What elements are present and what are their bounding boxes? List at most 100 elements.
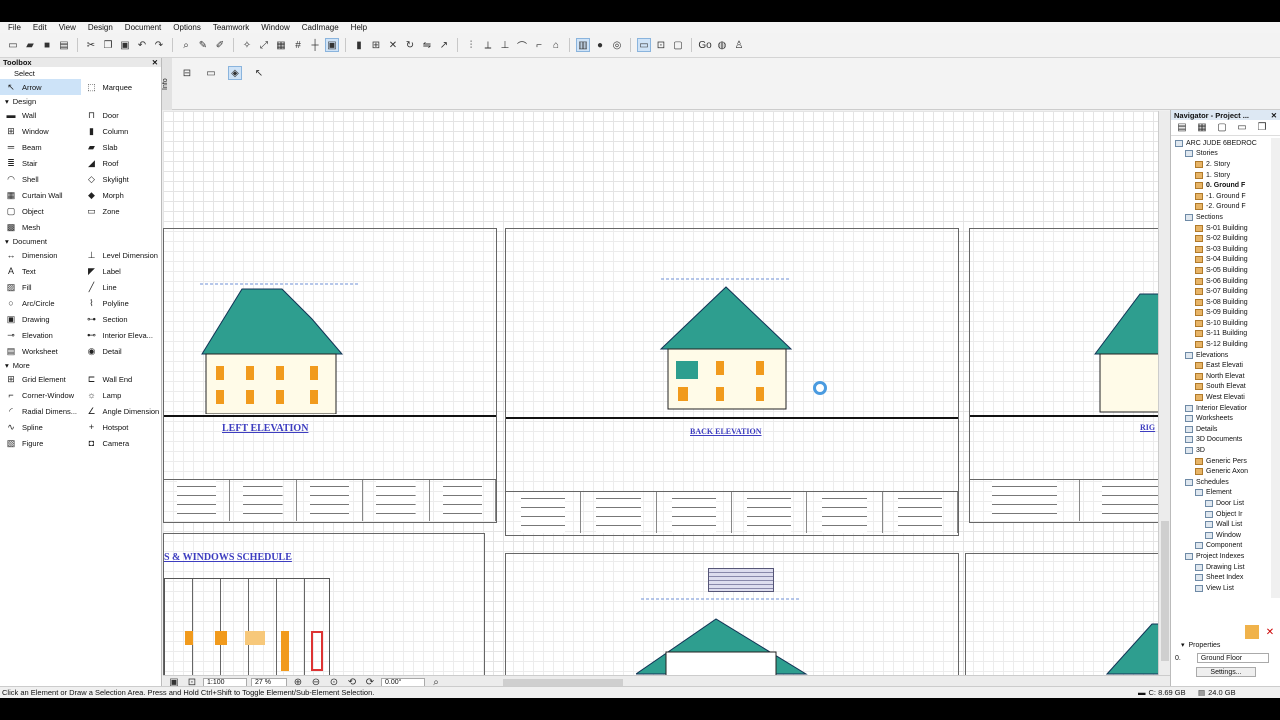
tree-item[interactable]: Drawing List: [1171, 562, 1271, 573]
adjust-icon[interactable]: ⊥: [498, 38, 512, 52]
geometry-method-icon[interactable]: ⊟: [180, 66, 194, 80]
tree-item[interactable]: Object Ir: [1171, 509, 1271, 520]
tool-dimension[interactable]: ↔ Dimension: [0, 247, 81, 263]
tool-skylight[interactable]: ◇ Skylight: [81, 171, 162, 187]
menu-document[interactable]: Document: [125, 23, 161, 32]
tree-item[interactable]: Window: [1171, 530, 1271, 541]
menu-edit[interactable]: Edit: [33, 23, 47, 32]
undo-icon[interactable]: ↶: [135, 38, 149, 52]
tree-item[interactable]: S-02 Building: [1171, 233, 1271, 244]
tool-window[interactable]: ⊞ Window: [0, 123, 81, 139]
pointer-icon[interactable]: ↖: [252, 66, 266, 80]
delete-icon[interactable]: ✕: [1263, 625, 1277, 639]
tool-beam[interactable]: ═ Beam: [0, 139, 81, 155]
save-icon[interactable]: ■: [40, 38, 54, 52]
tree-item[interactable]: Sections: [1171, 212, 1271, 223]
section-design[interactable]: ▾ Design: [0, 95, 161, 107]
tree-item[interactable]: -1. Ground F: [1171, 191, 1271, 202]
cut-icon[interactable]: ✂: [84, 38, 98, 52]
go-icon[interactable]: Go: [698, 38, 712, 52]
redo-icon[interactable]: ↷: [152, 38, 166, 52]
tool-hotspot[interactable]: + Hotspot: [81, 419, 162, 435]
tree-item[interactable]: S-01 Building: [1171, 223, 1271, 234]
tree-item[interactable]: 1. Story: [1171, 170, 1271, 181]
tool-lamp[interactable]: ☼ Lamp: [81, 387, 162, 403]
rotate-icon[interactable]: ↻: [403, 38, 417, 52]
render-icon[interactable]: ◎: [610, 38, 624, 52]
split-icon[interactable]: ⟂: [481, 38, 495, 52]
tree-item[interactable]: S-07 Building: [1171, 286, 1271, 297]
tool-shell[interactable]: ◠ Shell: [0, 171, 81, 187]
eyedropper-icon[interactable]: ✎: [196, 38, 210, 52]
tool-fill[interactable]: ▨ Fill: [0, 279, 81, 295]
delete-icon[interactable]: ✕: [386, 38, 400, 52]
tool-wall[interactable]: ▬ Wall: [0, 107, 81, 123]
collapse-icon[interactable]: ▾: [1181, 641, 1185, 649]
tool-mesh[interactable]: ▩ Mesh: [0, 219, 81, 235]
tree-item[interactable]: View List: [1171, 583, 1271, 594]
organizer-icon[interactable]: ❐: [1255, 121, 1269, 135]
align-icon[interactable]: ⫶: [464, 38, 478, 52]
menu-window[interactable]: Window: [261, 23, 289, 32]
publisher-icon[interactable]: ▭: [1235, 121, 1249, 135]
close-icon[interactable]: ✕: [152, 58, 158, 67]
tool-curtain-wall[interactable]: ▦ Curtain Wall: [0, 187, 81, 203]
tool-marquee[interactable]: ⬚ Marquee: [81, 79, 162, 95]
tool-spline[interactable]: ∿ Spline: [0, 419, 81, 435]
globe-icon[interactable]: ◍: [715, 38, 729, 52]
walk-icon[interactable]: ♙: [732, 38, 746, 52]
tool-door[interactable]: ⊓ Door: [81, 107, 162, 123]
tree-item[interactable]: Wall List: [1171, 519, 1271, 530]
section-more[interactable]: ▾ More: [0, 359, 161, 371]
find-select-icon[interactable]: ⌕: [179, 38, 193, 52]
tree-item[interactable]: S-11 Building: [1171, 329, 1271, 340]
tree-item[interactable]: S-05 Building: [1171, 265, 1271, 276]
menu-options[interactable]: Options: [173, 23, 201, 32]
tree-item[interactable]: Schedules: [1171, 477, 1271, 488]
layout-book-icon[interactable]: ▢: [1215, 121, 1229, 135]
window-icon[interactable]: ▢: [671, 38, 685, 52]
menu-cadimage[interactable]: CadImage: [302, 23, 339, 32]
section-document[interactable]: ▾ Document: [0, 235, 161, 247]
tool-slab[interactable]: ▰ Slab: [81, 139, 162, 155]
menu-teamwork[interactable]: Teamwork: [213, 23, 249, 32]
tool-label[interactable]: ◤ Label: [81, 263, 162, 279]
tree-item[interactable]: 3D: [1171, 445, 1271, 456]
tree-item[interactable]: Sheet Index: [1171, 572, 1271, 583]
horizontal-scroll-thumb[interactable]: [503, 679, 623, 686]
tree-item[interactable]: S-08 Building: [1171, 297, 1271, 308]
tool-arrow[interactable]: ↖ Arrow: [0, 79, 81, 95]
tree-item[interactable]: S-10 Building: [1171, 318, 1271, 329]
layout-icon[interactable]: ▥: [576, 38, 590, 52]
guide-lines-icon[interactable]: ┼: [308, 38, 322, 52]
rotated-rect-icon[interactable]: ◈: [228, 66, 242, 80]
tree-item[interactable]: Interior Elevatior: [1171, 403, 1271, 414]
tree-item[interactable]: Element: [1171, 488, 1271, 499]
pet-palette-icon[interactable]: ⊞: [369, 38, 383, 52]
tool-stair[interactable]: ≣ Stair: [0, 155, 81, 171]
tool-arc-circle[interactable]: ○ Arc/Circle: [0, 295, 81, 311]
open-icon[interactable]: ▰: [23, 38, 37, 52]
tool-polyline[interactable]: ⌇ Polyline: [81, 295, 162, 311]
settings-icon[interactable]: [1245, 625, 1259, 639]
tree-item[interactable]: South Elevat: [1171, 382, 1271, 393]
tree-item[interactable]: Worksheets: [1171, 413, 1271, 424]
mirror-icon[interactable]: ⇋: [420, 38, 434, 52]
tree-item[interactable]: 3D Documents: [1171, 435, 1271, 446]
syringe-icon[interactable]: ✐: [213, 38, 227, 52]
tree-item[interactable]: Door List: [1171, 498, 1271, 509]
tree-item[interactable]: Component: [1171, 541, 1271, 552]
tree-item[interactable]: North Elevat: [1171, 371, 1271, 382]
scroll-thumb[interactable]: [1161, 521, 1169, 661]
tree-item[interactable]: S-03 Building: [1171, 244, 1271, 255]
project-map-icon[interactable]: ▤: [1175, 121, 1189, 135]
rectangle-icon[interactable]: ▭: [204, 66, 218, 80]
view-icon[interactable]: ▭: [637, 38, 651, 52]
intersect-icon[interactable]: ⌒: [515, 38, 529, 53]
zoom-icon[interactable]: ⊡: [654, 38, 668, 52]
tool-elevation[interactable]: ⊸ Elevation: [0, 327, 81, 343]
vertical-scrollbar[interactable]: [1158, 111, 1170, 675]
fill-icon[interactable]: ▮: [352, 38, 366, 52]
tree-item[interactable]: Elevations: [1171, 350, 1271, 361]
paste-icon[interactable]: ▣: [118, 38, 132, 52]
